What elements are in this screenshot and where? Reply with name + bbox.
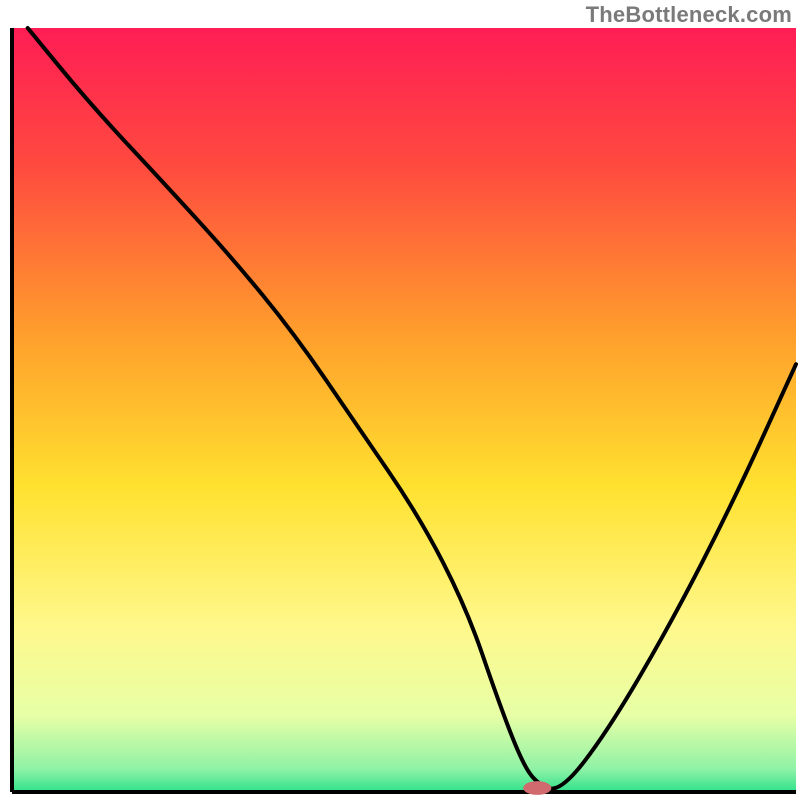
watermark-text: TheBottleneck.com [586, 2, 792, 28]
chart-container: TheBottleneck.com [0, 0, 800, 800]
optimal-marker [523, 781, 551, 795]
gradient-background [12, 28, 796, 792]
bottleneck-plot [0, 0, 800, 800]
